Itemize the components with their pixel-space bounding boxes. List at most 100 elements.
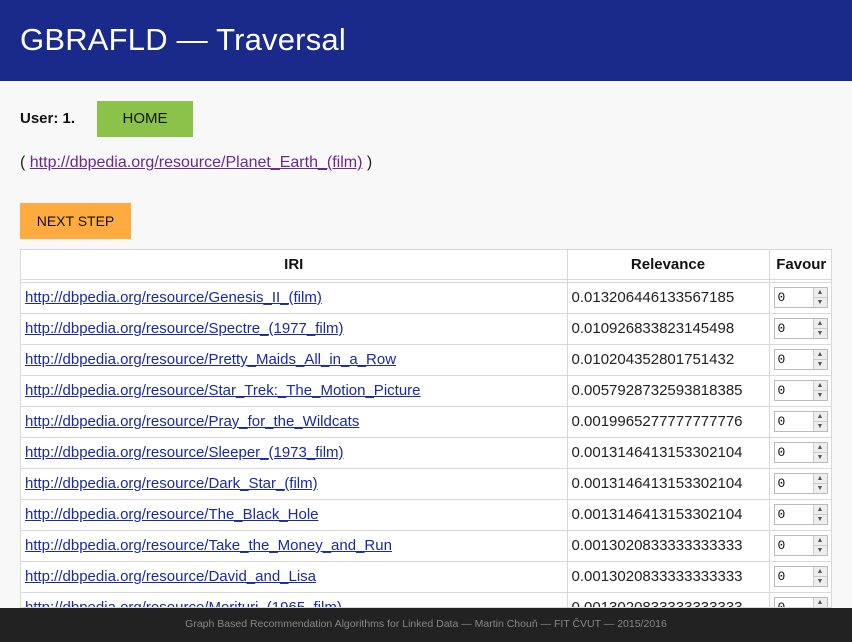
favour-stepper[interactable]: 0▲▼ [773, 380, 828, 401]
table-row: http://dbpedia.org/resource/Morituri_(19… [21, 592, 831, 607]
iri-link[interactable]: http://dbpedia.org/resource/Genesis_II_(… [25, 289, 322, 306]
stepper-down-icon[interactable]: ▼ [813, 515, 827, 524]
iri-link[interactable]: http://dbpedia.org/resource/Morituri_(19… [25, 599, 342, 607]
favour-value[interactable]: 0 [775, 350, 813, 369]
favour-stepper[interactable]: 0▲▼ [773, 566, 828, 587]
favour-value[interactable]: 0 [775, 505, 813, 524]
favour-value[interactable]: 0 [775, 443, 813, 462]
table-row: http://dbpedia.org/resource/Spectre_(197… [21, 313, 831, 345]
stepper-arrows[interactable]: ▲▼ [812, 598, 827, 607]
stepper-down-icon[interactable]: ▼ [813, 329, 827, 338]
stepper-arrows[interactable]: ▲▼ [812, 381, 827, 400]
iri-link[interactable]: http://dbpedia.org/resource/Dark_Star_(f… [25, 475, 318, 492]
favour-cell: 0▲▼ [769, 468, 831, 500]
iri-link[interactable]: http://dbpedia.org/resource/Sleeper_(197… [25, 444, 344, 461]
stepper-down-icon[interactable]: ▼ [813, 360, 827, 369]
table-row: http://dbpedia.org/resource/Pretty_Maids… [21, 344, 831, 376]
stepper-arrows[interactable]: ▲▼ [812, 567, 827, 586]
iri-link[interactable]: http://dbpedia.org/resource/Star_Trek:_T… [25, 382, 421, 399]
stepper-arrows[interactable]: ▲▼ [812, 443, 827, 462]
favour-stepper[interactable]: 0▲▼ [773, 287, 828, 308]
favour-value[interactable]: 0 [775, 381, 813, 400]
home-button[interactable]: HOME [97, 101, 193, 137]
stepper-up-icon[interactable]: ▲ [813, 443, 827, 453]
page-title: GBRAFLD — Traversal [20, 22, 346, 57]
favour-cell: 0▲▼ [769, 561, 831, 593]
table-row: http://dbpedia.org/resource/Dark_Star_(f… [21, 468, 831, 500]
favour-value[interactable]: 0 [775, 598, 813, 607]
table-row: http://dbpedia.org/resource/Take_the_Mon… [21, 530, 831, 562]
next-step-button[interactable]: NEXT STEP [20, 203, 131, 239]
stepper-up-icon[interactable]: ▲ [813, 536, 827, 546]
stepper-arrows[interactable]: ▲▼ [812, 350, 827, 369]
stepper-up-icon[interactable]: ▲ [813, 598, 827, 607]
favour-cell: 0▲▼ [769, 530, 831, 562]
stepper-down-icon[interactable]: ▼ [813, 484, 827, 493]
relevance-cell: 0.010204352801751432 [567, 344, 770, 376]
iri-cell: http://dbpedia.org/resource/The_Black_Ho… [21, 499, 568, 531]
relevance-cell: 0.0013146413153302104 [567, 437, 770, 469]
stepper-down-icon[interactable]: ▼ [813, 546, 827, 555]
iri-link[interactable]: http://dbpedia.org/resource/Take_the_Mon… [25, 537, 392, 554]
iri-cell: http://dbpedia.org/resource/Pray_for_the… [21, 406, 568, 438]
stepper-arrows[interactable]: ▲▼ [812, 412, 827, 431]
iri-link[interactable]: http://dbpedia.org/resource/The_Black_Ho… [25, 506, 319, 523]
stepper-arrows[interactable]: ▲▼ [812, 536, 827, 555]
stepper-up-icon[interactable]: ▲ [813, 567, 827, 577]
iri-cell: http://dbpedia.org/resource/Pretty_Maids… [21, 344, 568, 376]
stepper-up-icon[interactable]: ▲ [813, 505, 827, 515]
column-header-iri: IRI [21, 250, 568, 280]
favour-value[interactable]: 0 [775, 474, 813, 493]
relevance-cell: 0.005792873259381838​5 [567, 375, 770, 407]
favour-stepper[interactable]: 0▲▼ [773, 411, 828, 432]
stepper-arrows[interactable]: ▲▼ [812, 474, 827, 493]
stepper-down-icon[interactable]: ▼ [813, 453, 827, 462]
user-label: User: 1. [20, 110, 76, 127]
stepper-down-icon[interactable]: ▼ [813, 298, 827, 307]
app-header: GBRAFLD — Traversal [0, 0, 852, 81]
stepper-down-icon[interactable]: ▼ [813, 577, 827, 586]
stepper-up-icon[interactable]: ▲ [813, 474, 827, 484]
favour-cell: 0▲▼ [769, 344, 831, 376]
favour-stepper[interactable]: 0▲▼ [773, 318, 828, 339]
stepper-up-icon[interactable]: ▲ [813, 412, 827, 422]
stepper-arrows[interactable]: ▲▼ [812, 505, 827, 524]
relevance-cell: 0.0013146413153302104 [567, 499, 770, 531]
table-row: http://dbpedia.org/resource/Sleeper_(197… [21, 437, 831, 469]
iri-link[interactable]: http://dbpedia.org/resource/Pray_for_the… [25, 413, 359, 430]
results-table: IRI Relevance Favour http://dbpedia.org/… [21, 250, 831, 607]
favour-cell: 0▲▼ [769, 499, 831, 531]
source-link[interactable]: http://dbpedia.org/resource/Planet_Earth… [30, 154, 363, 171]
stepper-up-icon[interactable]: ▲ [813, 350, 827, 360]
relevance-cell: 0.013206446133567185 [567, 282, 770, 314]
relevance-cell: 0.0013146413153302104 [567, 468, 770, 500]
favour-value[interactable]: 0 [775, 567, 813, 586]
favour-stepper[interactable]: 0▲▼ [773, 535, 828, 556]
iri-link[interactable]: http://dbpedia.org/resource/Pretty_Maids… [25, 351, 396, 368]
favour-stepper[interactable]: 0▲▼ [773, 473, 828, 494]
iri-cell: http://dbpedia.org/resource/Genesis_II_(… [21, 282, 568, 314]
stepper-down-icon[interactable]: ▼ [813, 422, 827, 431]
favour-cell: 0▲▼ [769, 437, 831, 469]
results-table-container[interactable]: IRI Relevance Favour http://dbpedia.org/… [20, 249, 832, 608]
table-row: http://dbpedia.org/resource/Pray_for_the… [21, 406, 831, 438]
stepper-arrows[interactable]: ▲▼ [812, 319, 827, 338]
stepper-arrows[interactable]: ▲▼ [812, 288, 827, 307]
stepper-down-icon[interactable]: ▼ [813, 391, 827, 400]
favour-value[interactable]: 0 [775, 319, 813, 338]
stepper-up-icon[interactable]: ▲ [813, 381, 827, 391]
relevance-cell: 0.0013020833333333333 [567, 561, 770, 593]
relevance-cell: 0.010926833823145498 [567, 313, 770, 345]
stepper-up-icon[interactable]: ▲ [813, 288, 827, 298]
iri-link[interactable]: http://dbpedia.org/resource/Spectre_(197… [25, 320, 344, 337]
favour-stepper[interactable]: 0▲▼ [773, 597, 828, 607]
favour-stepper[interactable]: 0▲▼ [773, 349, 828, 370]
iri-link[interactable]: http://dbpedia.org/resource/David_and_Li… [25, 568, 316, 585]
favour-value[interactable]: 0 [775, 288, 813, 307]
table-row: http://dbpedia.org/resource/David_and_Li… [21, 561, 831, 593]
favour-value[interactable]: 0 [775, 412, 813, 431]
favour-stepper[interactable]: 0▲▼ [773, 504, 828, 525]
stepper-up-icon[interactable]: ▲ [813, 319, 827, 329]
favour-stepper[interactable]: 0▲▼ [773, 442, 828, 463]
favour-value[interactable]: 0 [775, 536, 813, 555]
